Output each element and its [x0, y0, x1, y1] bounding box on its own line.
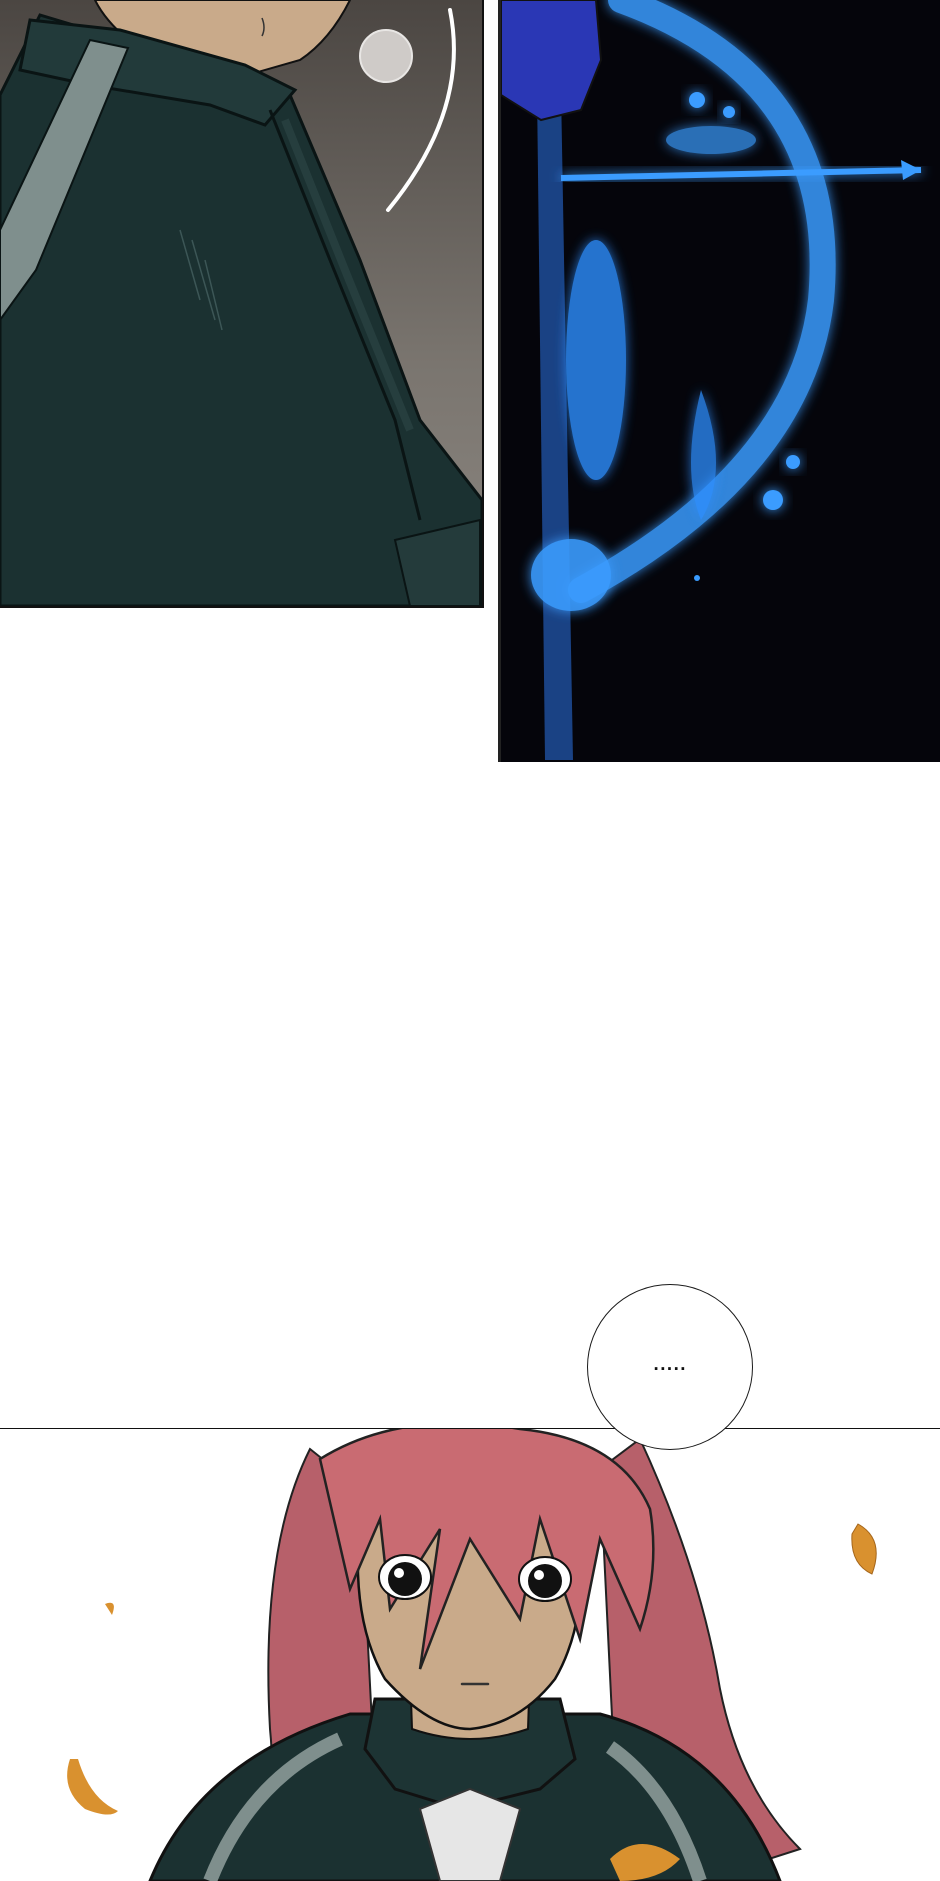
glow-splash	[566, 240, 626, 480]
speech-bubble: .....	[587, 1284, 753, 1450]
glow-droplet	[786, 455, 800, 469]
glow-droplet	[763, 490, 783, 510]
right-eye-highlight	[534, 1570, 544, 1580]
panel-glowing-bow	[498, 0, 940, 762]
left-eye-highlight	[394, 1568, 404, 1578]
girl-portrait-illustration	[0, 1429, 940, 1881]
left-pupil	[388, 1562, 422, 1596]
panel-jacket-shoulder	[0, 0, 484, 608]
glow-droplet	[694, 575, 700, 581]
jacket-shoulder-illustration	[0, 0, 482, 606]
glow-splash	[666, 126, 756, 154]
speech-bubble-text: .....	[653, 1356, 687, 1374]
panel-girl-portrait	[0, 1428, 940, 1881]
glow-orb	[531, 539, 611, 611]
glowing-bow-illustration	[501, 0, 940, 762]
glow-droplet	[689, 92, 705, 108]
right-pupil	[528, 1564, 562, 1598]
dust-puff	[359, 29, 413, 83]
glow-droplet	[723, 106, 735, 118]
